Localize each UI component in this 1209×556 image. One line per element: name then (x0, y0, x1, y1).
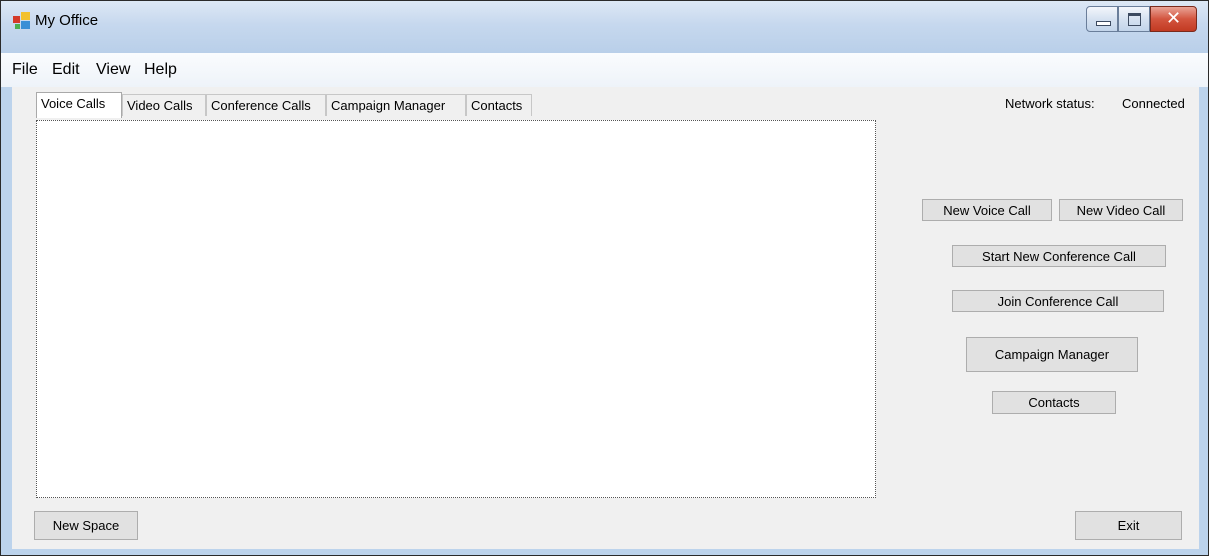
minimize-button[interactable] (1086, 6, 1118, 32)
new-voice-call-button[interactable]: New Voice Call (922, 199, 1052, 221)
exit-button[interactable]: Exit (1075, 511, 1182, 540)
window-title: My Office (35, 12, 99, 29)
close-icon: ✕ (1165, 8, 1182, 29)
new-space-button[interactable]: New Space (34, 511, 138, 540)
menu-bar: File Edit View Help (1, 53, 1208, 87)
contacts-button[interactable]: Contacts (992, 391, 1116, 414)
minimize-icon (1096, 21, 1111, 26)
new-video-call-button[interactable]: New Video Call (1059, 199, 1183, 221)
app-icon (13, 12, 30, 29)
network-status-label: Network status: (1005, 96, 1095, 111)
main-window: My Office ✕ File Edit View Help Voice Ca… (0, 0, 1209, 556)
menu-edit[interactable]: Edit (52, 61, 80, 79)
tab-video-calls[interactable]: Video Calls (122, 94, 206, 116)
menu-help[interactable]: Help (144, 61, 177, 79)
tab-conference-calls[interactable]: Conference Calls (206, 94, 326, 116)
tab-contacts[interactable]: Contacts (466, 94, 532, 116)
campaign-manager-button[interactable]: Campaign Manager (966, 337, 1138, 372)
network-status-value: Connected (1122, 96, 1185, 111)
close-button[interactable]: ✕ (1150, 6, 1197, 32)
menu-view[interactable]: View (96, 61, 130, 79)
maximize-button[interactable] (1118, 6, 1150, 32)
client-area: Voice Calls Video Calls Conference Calls… (12, 87, 1199, 549)
voice-calls-panel[interactable] (36, 120, 876, 498)
start-conference-call-button[interactable]: Start New Conference Call (952, 245, 1166, 267)
tab-campaign-manager[interactable]: Campaign Manager (326, 94, 466, 116)
menu-file[interactable]: File (12, 61, 38, 79)
title-bar[interactable]: My Office ✕ (1, 1, 1208, 53)
tab-voice-calls[interactable]: Voice Calls (36, 92, 122, 118)
join-conference-call-button[interactable]: Join Conference Call (952, 290, 1164, 312)
maximize-icon (1128, 13, 1141, 26)
